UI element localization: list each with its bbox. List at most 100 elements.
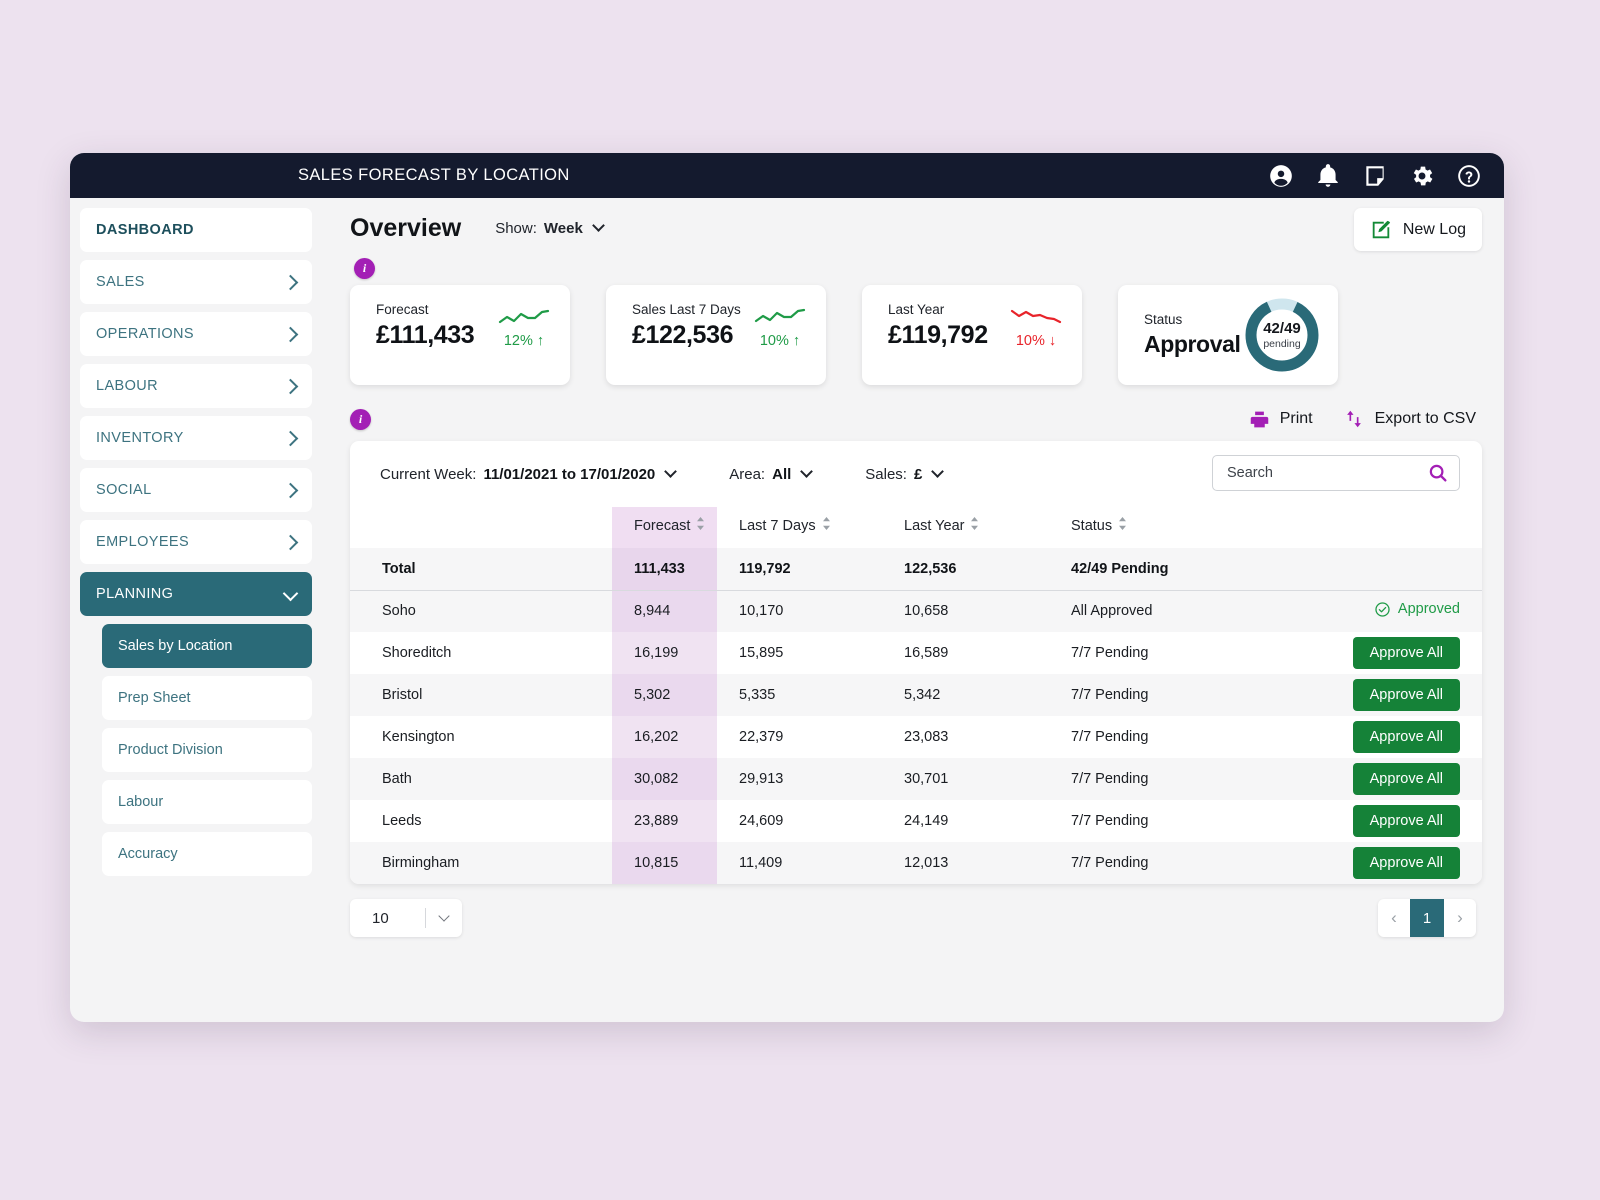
info-icon[interactable]: i — [354, 258, 375, 279]
cell-location: Birmingham — [382, 855, 460, 871]
cell-status: 7/7 Pending — [1071, 855, 1149, 871]
table-row: Bath 30,082 29,913 30,701 7/7 Pending Approve… — [350, 758, 1482, 800]
cell-action: Approved — [1287, 590, 1482, 632]
app-window: SALES FORECAST BY LOCATION DASHBOARD SAL… — [70, 153, 1504, 1022]
sidebar-subitem-accuracy[interactable]: Accuracy — [102, 832, 312, 876]
search-input[interactable] — [1227, 465, 1427, 481]
cell-forecast: 111,433 — [612, 548, 717, 590]
sort-icon — [970, 517, 979, 534]
cell-last-7-days: 11,409 — [739, 855, 783, 871]
sidebar-subitem-prep-sheet[interactable]: Prep Sheet — [102, 676, 312, 720]
area-dropdown[interactable]: Area: All — [729, 464, 814, 483]
sidebar-item-planning[interactable]: PLANNING — [80, 572, 312, 616]
cell-action: Approve All — [1287, 632, 1482, 674]
sidebar-subitem-label: Accuracy — [118, 846, 178, 862]
chevron-down-icon — [426, 910, 462, 922]
table-header-row: Forecast Last 7 Days Last Year Status — [350, 507, 1482, 548]
cell-last-year: 10,658 — [904, 603, 949, 620]
main-content: Overview Show: Week New Log i Forecast £… — [322, 198, 1504, 1022]
approve-all-button[interactable]: Approve All — [1352, 637, 1460, 669]
print-label: Print — [1279, 410, 1313, 427]
sidebar-item-social[interactable]: SOCIAL — [80, 468, 312, 512]
column-header-location — [350, 507, 612, 548]
cell-action: Approve All — [1287, 842, 1482, 884]
cell-last-7-days: 15,895 — [739, 645, 784, 661]
cell-last-year: 24,149 — [904, 813, 949, 829]
cell-last-year: 122,536 — [904, 560, 957, 577]
cell-location: Total — [382, 560, 416, 577]
cell-forecast: 10,815 — [612, 842, 717, 884]
current-week-dropdown[interactable]: Current Week: 11/01/2021 to 17/01/2020 — [380, 464, 678, 483]
new-log-button[interactable]: New Log — [1353, 208, 1482, 251]
sidebar-item-employees[interactable]: EMPLOYEES — [80, 520, 312, 564]
approve-all-button[interactable]: Approve All — [1352, 721, 1460, 753]
cell-last-year: 30,701 — [904, 771, 949, 787]
approve-all-button[interactable]: Approve All — [1352, 679, 1460, 711]
kpi-cards: Forecast £111,433 12% ↑ Sales Last 7 Day… — [350, 285, 1482, 385]
current-week-value: 11/01/2021 to 17/01/2020 — [483, 465, 656, 483]
sidebar: DASHBOARD SALES OPERATIONS LABOUR INVENT… — [70, 198, 322, 1022]
filter-bar: Current Week: 11/01/2021 to 17/01/2020 A… — [350, 441, 1482, 507]
help-icon[interactable] — [1456, 163, 1482, 189]
cell-location: Shoreditch — [382, 645, 452, 661]
donut-value: 42/49 — [1263, 319, 1301, 337]
approval-donut-chart: 42/49 pending — [1242, 295, 1322, 375]
sort-arrows-icon — [1346, 410, 1361, 428]
chevron-right-icon — [282, 482, 299, 498]
sales-currency-dropdown[interactable]: Sales: £ — [865, 464, 945, 483]
locations-table: Forecast Last 7 Days Last Year Status To… — [350, 507, 1482, 884]
sidebar-item-operations[interactable]: OPERATIONS — [80, 312, 312, 356]
rows-per-page-select[interactable]: 10 — [350, 899, 462, 937]
printer-icon — [1250, 411, 1268, 427]
sidebar-subitem-product-division[interactable]: Product Division — [102, 728, 312, 772]
cell-location: Soho — [382, 603, 416, 620]
sidebar-subitem-label: Prep Sheet — [118, 690, 191, 706]
kpi-trend: 10% ↑ — [754, 307, 806, 349]
sidebar-item-label: INVENTORY — [96, 430, 184, 446]
sidebar-item-label: EMPLOYEES — [96, 534, 190, 550]
cell-last-year: 23,083 — [904, 729, 949, 745]
approve-all-button[interactable]: Approve All — [1352, 847, 1460, 879]
column-header-last-year[interactable]: Last Year — [882, 507, 1047, 548]
gear-icon[interactable] — [1409, 163, 1435, 189]
search-box[interactable] — [1212, 455, 1460, 491]
sidebar-item-inventory[interactable]: INVENTORY — [80, 416, 312, 460]
page-title: Overview — [350, 214, 462, 242]
export-csv-button[interactable]: Export to CSV — [1343, 408, 1476, 430]
table-tools-row: i Print Export to CSV — [350, 407, 1482, 431]
table-row: Birmingham 10,815 11,409 12,013 7/7 Pending A… — [350, 842, 1482, 884]
kpi-card-forecast: Forecast £111,433 12% ↑ — [350, 285, 570, 385]
area-label: Area: — [729, 465, 766, 483]
chevron-right-icon — [282, 326, 299, 342]
page-header: Overview Show: Week New Log — [350, 198, 1482, 251]
cell-status: 7/7 Pending — [1071, 813, 1149, 829]
approve-all-button[interactable]: Approve All — [1352, 805, 1460, 837]
kpi-card-last-year: Last Year £119,792 10% ↓ — [862, 285, 1082, 385]
sidebar-item-labour[interactable]: LABOUR — [80, 364, 312, 408]
pagination-next-button[interactable]: › — [1444, 899, 1476, 937]
print-button[interactable]: Print — [1249, 409, 1313, 430]
info-icon[interactable]: i — [350, 408, 371, 430]
cell-status: 42/49 Pending — [1071, 560, 1169, 577]
sidebar-subitem-labour[interactable]: Labour — [102, 780, 312, 824]
table-header: Forecast Last 7 Days Last Year Status — [350, 507, 1482, 548]
show-period-dropdown[interactable]: Show: Week — [495, 219, 605, 237]
table-row: Bristol 5,302 5,335 5,342 7/7 Pending Approve… — [350, 674, 1482, 716]
account-icon[interactable] — [1268, 163, 1294, 189]
pagination-page-1[interactable]: 1 — [1410, 899, 1444, 937]
cell-last-7-days: 10,170 — [739, 603, 784, 620]
sidebar-item-sales[interactable]: SALES — [80, 260, 312, 304]
approve-all-button[interactable]: Approve All — [1352, 763, 1460, 795]
sidebar-item-dashboard[interactable]: DASHBOARD — [80, 208, 312, 252]
column-header-status[interactable]: Status — [1047, 507, 1287, 548]
column-header-forecast[interactable]: Forecast — [612, 507, 717, 548]
note-icon[interactable] — [1362, 163, 1388, 189]
search-icon[interactable] — [1427, 462, 1449, 484]
bell-icon[interactable] — [1315, 163, 1341, 189]
cell-action: Approve All — [1287, 674, 1482, 716]
kpi-card-status: Status Approval 42/49 pending — [1118, 285, 1338, 385]
cell-action: Approve All — [1287, 800, 1482, 842]
sidebar-subitem-sales-by-location[interactable]: Sales by Location — [102, 624, 312, 668]
column-header-last-7-days[interactable]: Last 7 Days — [717, 507, 882, 548]
pagination-prev-button[interactable]: ‹ — [1378, 899, 1410, 937]
